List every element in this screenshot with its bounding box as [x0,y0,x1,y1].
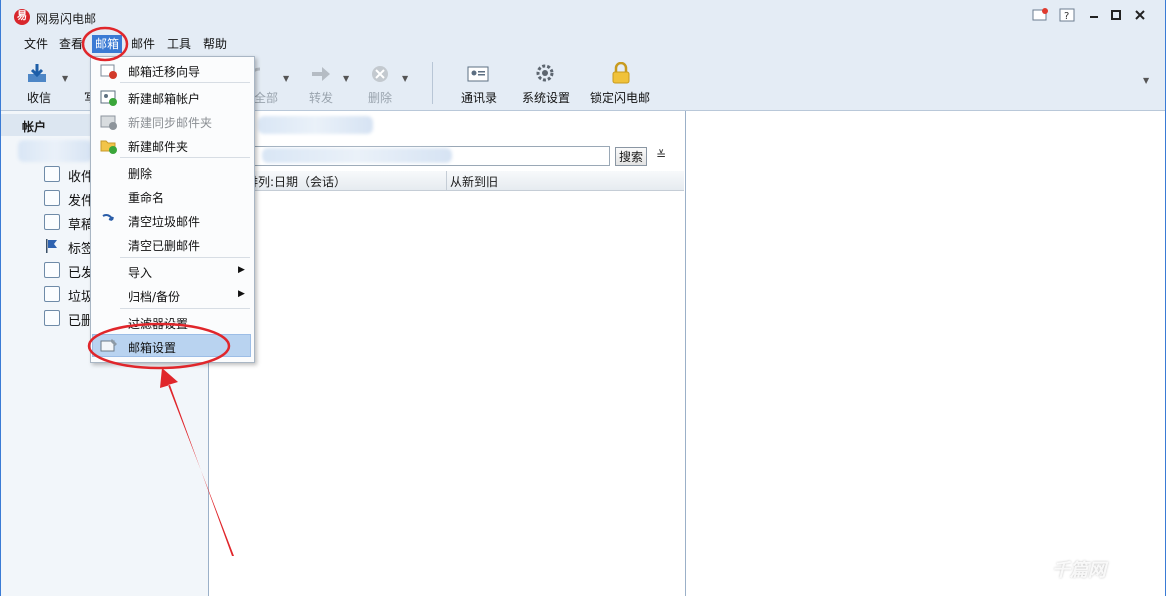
annotation-circle-settings [87,322,231,370]
annotation-circle-menu [81,26,129,62]
watermark: 千篇网 [1052,560,1106,581]
annotation-arrow [160,368,234,556]
annotation-overlay [81,26,234,556]
